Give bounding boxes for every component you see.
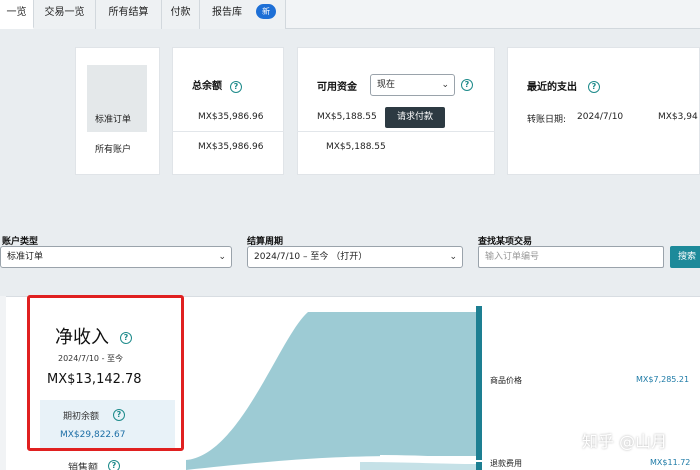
recent-spend-title: 最近的支出 (527, 82, 577, 93)
search-button[interactable]: 搜索 (670, 246, 700, 268)
funds-time-select-value: 现在 (377, 80, 396, 90)
chevron-down-icon: ⌄ (441, 80, 449, 90)
new-badge: 新 (256, 4, 276, 19)
sales-label: 销售额 (68, 463, 98, 470)
settlement-period-select[interactable]: 2024/7/10 – 至今 （打开） ⌄ (247, 246, 463, 268)
legend-refund-value: MX$11.72 (650, 458, 691, 467)
settlement-period-value: 2024/7/10 – 至今 （打开） (254, 252, 368, 262)
sankey-flow-divider (379, 455, 477, 460)
row-divider (172, 131, 284, 132)
total-balance-all: MX$35,986.96 (198, 142, 264, 152)
help-icon[interactable]: ? (588, 81, 600, 93)
tab-report-library-label: 报告库 (212, 7, 242, 18)
tab-overview[interactable]: 一览 (0, 0, 34, 29)
order-number-input[interactable]: 输入订单编号 (478, 246, 664, 268)
help-icon[interactable]: ? (108, 460, 120, 470)
available-funds-all: MX$5,188.55 (326, 142, 386, 152)
help-icon[interactable]: ? (461, 79, 473, 91)
request-payment-button[interactable]: 请求付款 (385, 107, 445, 128)
transfer-date-label: 转账日期: (527, 115, 567, 125)
recent-spend-amount: MX$3,94 (658, 112, 698, 122)
help-icon[interactable]: ? (113, 409, 125, 421)
top-tab-bar: 一览 交易一览 所有结算 付款 报告库 新 (0, 0, 700, 29)
tab-transaction-overview[interactable]: 交易一览 (34, 0, 96, 29)
chevron-down-icon: ⌄ (449, 252, 457, 262)
legend-product-price-value: MX$7,285.21 (636, 375, 690, 384)
account-type-select[interactable]: 标准订单 ⌄ (0, 246, 232, 268)
opening-balance-value[interactable]: MX$29,822.67 (60, 430, 125, 440)
transfer-date-value: 2024/7/10 (577, 112, 624, 122)
watermark: 知乎 @山月 (582, 432, 668, 451)
net-income-title: 净收入 (55, 327, 109, 348)
available-funds-title: 可用资金 (317, 82, 357, 93)
help-icon[interactable]: ? (230, 81, 242, 93)
total-balance-title: 总余额 (192, 81, 222, 92)
row-label-all: 所有账户 (95, 145, 132, 155)
sankey-node-price (476, 306, 482, 460)
funds-time-select[interactable]: 现在 ⌄ (370, 74, 455, 96)
recent-spend-card (507, 47, 700, 175)
opening-balance-label: 期初余额 (63, 412, 100, 422)
net-income-period: 2024/7/10 - 至今 (58, 354, 123, 363)
chevron-down-icon: ⌄ (218, 252, 226, 262)
legend-product-price-label: 商品价格 (490, 376, 522, 385)
total-balance-card (172, 47, 284, 175)
panel-left-edge (0, 296, 6, 470)
total-balance-standard: MX$35,986.96 (198, 112, 264, 122)
tab-all-settlements[interactable]: 所有结算 (96, 0, 162, 29)
available-funds-standard: MX$5,188.55 (317, 112, 377, 122)
help-icon[interactable]: ? (120, 332, 132, 344)
row-divider (297, 131, 495, 132)
opening-balance-box (40, 400, 175, 448)
tab-payments[interactable]: 付款 (162, 0, 200, 29)
net-income-amount: MX$13,142.78 (47, 372, 142, 387)
account-type-value: 标准订单 (7, 252, 44, 262)
sankey-flow-refund (360, 462, 476, 470)
row-label-standard: 标准订单 (95, 115, 132, 125)
legend-refund-label: 退款费用 (490, 459, 522, 468)
sankey-flow-price (186, 312, 476, 470)
sankey-node-refund (476, 462, 482, 470)
